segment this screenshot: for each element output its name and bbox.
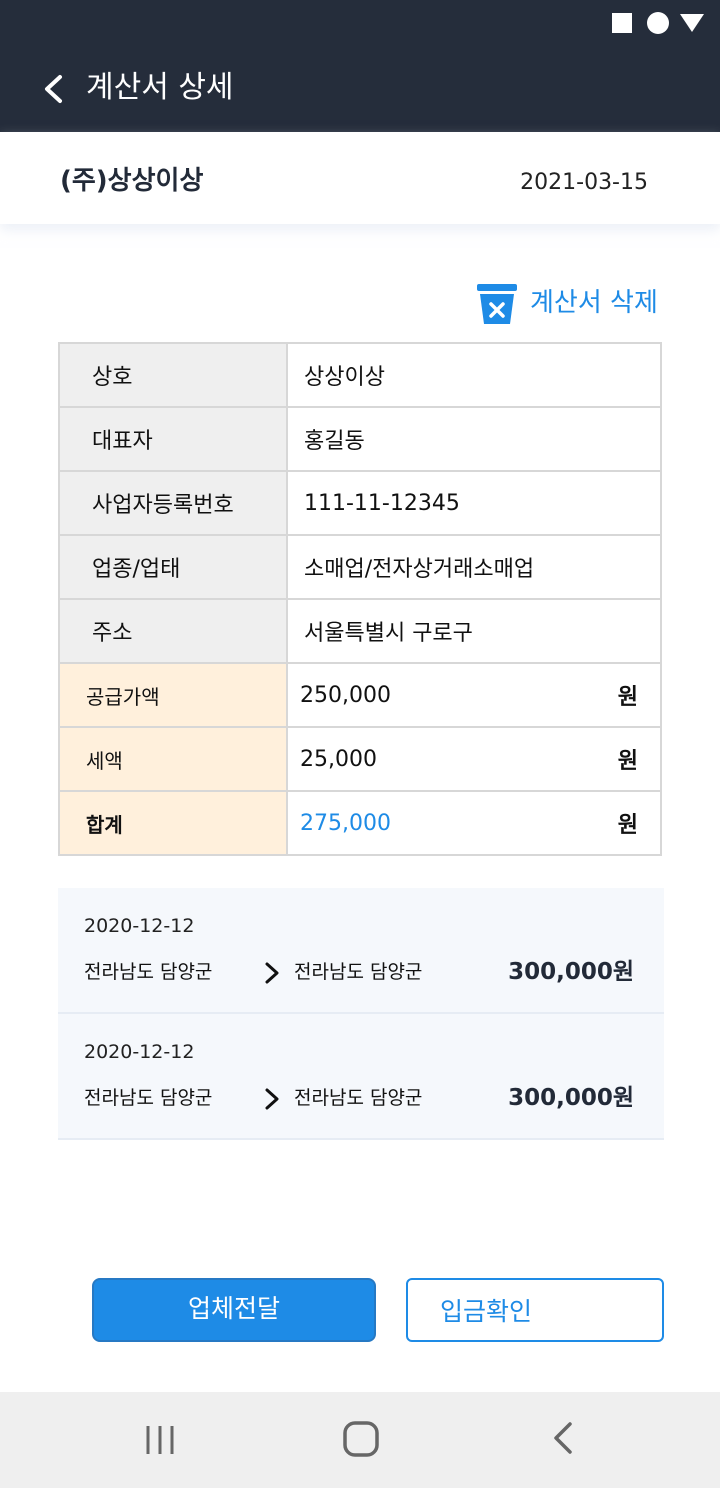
delete-invoice-button[interactable]: 계산서 삭제 [474, 282, 670, 328]
status-bar [0, 0, 720, 44]
row-label: 상호 [58, 342, 288, 408]
delivery-origin: 전라남도 담양군 [84, 961, 213, 983]
delivery-date: 2020-12-12 [84, 1041, 195, 1063]
send-to-company-button[interactable]: 업체전달 [92, 1278, 376, 1342]
row-label: 사업자등록번호 [58, 470, 288, 536]
page-title: 계산서 상세 [86, 70, 234, 105]
recent-apps-icon[interactable] [142, 1422, 178, 1458]
total-amount-cell: 275,000 원 [286, 790, 662, 856]
row-value: 홍길동 [286, 406, 662, 472]
system-nav-bar [0, 1392, 720, 1488]
company-header: (주)상상이상 2021-03-15 [0, 132, 720, 224]
table-row: 업종/업태 소매업/전자상거래소매업 [58, 534, 662, 600]
status-square-icon [612, 13, 632, 33]
row-value: 서울특별시 구로구 [286, 598, 662, 664]
delivery-price: 300,000원 [508, 959, 634, 985]
company-name: (주)상상이상 [60, 166, 204, 196]
chevron-left-icon [45, 75, 62, 103]
tax-amount-label: 세액 [58, 726, 288, 792]
total-amount-label: 합계 [58, 790, 288, 856]
currency-unit: 원 [617, 685, 638, 710]
supply-amount-label: 공급가액 [58, 662, 288, 728]
supply-amount-cell: 250,000 원 [286, 662, 662, 728]
row-label: 주소 [58, 598, 288, 664]
tax-amount-value: 25,000 [300, 746, 377, 772]
app-bar: 계산서 상세 [0, 44, 720, 132]
delivery-list: 2020-12-12 전라남도 담양군 전라남도 담양군 300,000원 20… [58, 888, 664, 1140]
supply-amount-value: 250,000 [300, 682, 391, 708]
invoice-info-table: 상호 상상이상 대표자 홍길동 사업자등록번호 111-11-12345 업종/… [58, 342, 662, 856]
delivery-origin: 전라남도 담양군 [84, 1087, 213, 1109]
table-row: 상호 상상이상 [58, 342, 662, 408]
row-label: 대표자 [58, 406, 288, 472]
delivery-date: 2020-12-12 [84, 915, 195, 937]
table-row: 주소 서울특별시 구로구 [58, 598, 662, 664]
row-value: 상상이상 [286, 342, 662, 408]
delivery-destination: 전라남도 담양군 [294, 961, 423, 983]
row-value: 111-11-12345 [286, 470, 662, 536]
total-amount-value: 275,000 [300, 810, 391, 836]
home-icon[interactable] [340, 1418, 382, 1460]
confirm-payment-button[interactable]: 입금확인 [406, 1278, 664, 1342]
chevron-right-icon [265, 1088, 279, 1110]
status-triangle-icon [680, 14, 704, 32]
trash-icon [477, 284, 517, 324]
delivery-destination: 전라남도 담양군 [294, 1087, 423, 1109]
back-nav-icon[interactable] [548, 1418, 578, 1458]
row-value: 소매업/전자상거래소매업 [286, 534, 662, 600]
currency-unit: 원 [617, 813, 638, 838]
invoice-date: 2021-03-15 [520, 170, 648, 195]
table-row: 세액 25,000 원 [58, 726, 662, 792]
list-item[interactable]: 2020-12-12 전라남도 담양군 전라남도 담양군 300,000원 [58, 888, 664, 1014]
back-button[interactable] [30, 66, 76, 112]
delete-invoice-label: 계산서 삭제 [530, 288, 658, 318]
list-item[interactable]: 2020-12-12 전라남도 담양군 전라남도 담양군 300,000원 [58, 1014, 664, 1140]
chevron-right-icon [265, 962, 279, 984]
delivery-price: 300,000원 [508, 1085, 634, 1111]
tax-amount-cell: 25,000 원 [286, 726, 662, 792]
status-circle-icon [647, 12, 669, 34]
table-row: 공급가액 250,000 원 [58, 662, 662, 728]
row-label: 업종/업태 [58, 534, 288, 600]
currency-unit: 원 [617, 749, 638, 774]
table-row: 사업자등록번호 111-11-12345 [58, 470, 662, 536]
table-row: 합계 275,000 원 [58, 790, 662, 856]
table-row: 대표자 홍길동 [58, 406, 662, 472]
